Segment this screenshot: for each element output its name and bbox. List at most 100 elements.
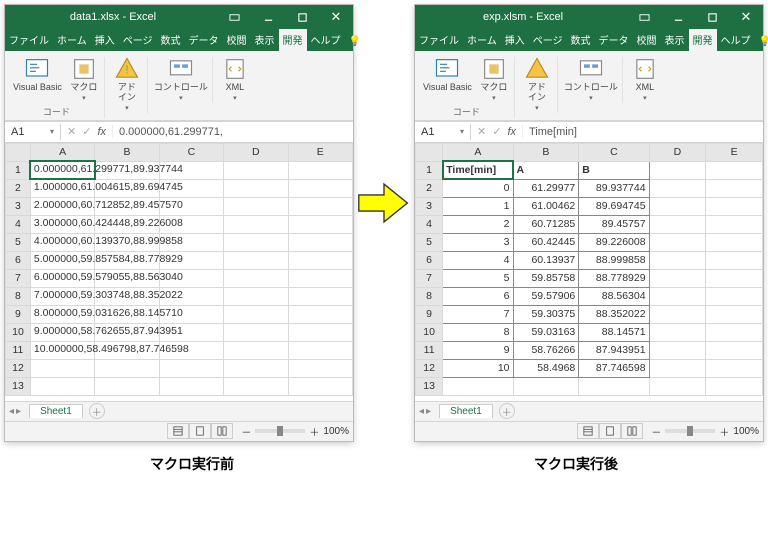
cell[interactable]: A [513,161,579,179]
cell[interactable] [579,377,649,395]
cell[interactable]: 2.000000,60.712852,89.457570 [30,197,94,215]
cell[interactable] [159,161,223,179]
xml-button[interactable]: XML▾ [629,57,661,103]
row-header[interactable]: 4 [6,215,31,233]
page-break-view-button[interactable] [211,423,233,439]
cell[interactable] [95,197,159,215]
row-header[interactable]: 2 [6,179,31,197]
cell[interactable]: 88.778929 [579,269,649,287]
maximize-button[interactable] [695,5,729,29]
cell[interactable]: 7 [443,305,513,323]
cell[interactable] [443,377,513,395]
row-header[interactable]: 1 [416,161,443,179]
row-header[interactable]: 6 [6,251,31,269]
cell[interactable]: 3.000000,60.424448,89.226008 [30,215,94,233]
cell[interactable] [224,179,288,197]
cell[interactable]: 4 [443,251,513,269]
cell[interactable]: 89.694745 [579,197,649,215]
ribbon-tab-2[interactable]: 挿入 [501,29,529,51]
col-header[interactable]: D [224,143,288,161]
normal-view-button[interactable] [167,423,189,439]
fx-icon[interactable]: fx [97,126,106,138]
cell[interactable] [706,323,763,341]
cell[interactable] [224,251,288,269]
cell[interactable]: 8.000000,59.031626,88.145710 [30,305,94,323]
maximize-button[interactable] [285,5,319,29]
enter-icon[interactable]: ✓ [82,125,91,138]
cell[interactable]: 1 [443,197,513,215]
col-header[interactable]: D [649,143,706,161]
ribbon-tab-10[interactable]: 💡 操作 [345,29,388,51]
cell[interactable]: 6 [443,287,513,305]
cell[interactable] [649,341,706,359]
cell[interactable] [95,323,159,341]
cell[interactable] [706,341,763,359]
cell[interactable] [159,269,223,287]
control-button[interactable]: コントロール▾ [154,57,208,103]
row-header[interactable]: 5 [416,233,443,251]
cell[interactable]: 10.000000,58.496798,87.746598 [30,341,94,359]
cell[interactable] [288,233,352,251]
addin-button[interactable]: ! アド イン▾ [111,57,143,113]
cell[interactable] [706,179,763,197]
cell[interactable] [706,305,763,323]
cell[interactable] [288,377,352,395]
cell[interactable]: 89.45757 [579,215,649,233]
cell[interactable]: 60.13937 [513,251,579,269]
row-header[interactable]: 3 [6,197,31,215]
cell[interactable] [706,251,763,269]
cell[interactable]: 88.999858 [579,251,649,269]
fx-icon[interactable]: fx [507,126,516,138]
control-button[interactable]: コントロール▾ [564,57,618,103]
cell[interactable] [224,359,288,377]
spreadsheet-grid[interactable]: ABCDE 1Time[min]AB2061.2997789.937744316… [415,143,763,396]
cell[interactable] [95,269,159,287]
ribbon-tab-6[interactable]: 校閲 [223,29,251,51]
spreadsheet-grid[interactable]: ABCDE 10.000000,61.299771,89.93774421.00… [5,143,353,396]
cell[interactable] [649,323,706,341]
cell[interactable]: 9.000000,58.762655,87.943951 [30,323,94,341]
cell[interactable] [649,251,706,269]
cell[interactable] [224,377,288,395]
cell[interactable]: 1.000000,61.004615,89.694745 [30,179,94,197]
row-header[interactable]: 12 [6,359,31,377]
cell[interactable] [159,305,223,323]
row-header[interactable]: 7 [6,269,31,287]
zoom-out-button[interactable]: － [241,424,251,439]
cell[interactable] [288,287,352,305]
ribbon-tab-10[interactable]: 💡 操作 [755,29,768,51]
cell[interactable] [95,359,159,377]
ribbon-tab-9[interactable]: ヘルプ [717,29,755,51]
minimize-button[interactable] [661,5,695,29]
cell[interactable] [30,359,94,377]
cell[interactable] [649,377,706,395]
cell[interactable] [706,197,763,215]
cell[interactable] [159,179,223,197]
ribbon-tab-0[interactable]: ファイル [5,29,53,51]
cell[interactable] [649,305,706,323]
cell[interactable] [288,305,352,323]
cell[interactable] [224,305,288,323]
cell[interactable] [224,269,288,287]
zoom-level[interactable]: 100% [323,426,349,437]
visual-basic-button[interactable]: Visual Basic [13,57,62,103]
cell[interactable]: 10 [443,359,513,377]
cell[interactable]: 0 [443,179,513,197]
cell[interactable] [288,323,352,341]
zoom-out-button[interactable]: － [651,424,661,439]
col-header[interactable]: E [288,143,352,161]
cell[interactable]: Time[min] [443,161,513,179]
ribbon-tab-4[interactable]: 数式 [157,29,185,51]
ribbon-tab-5[interactable]: データ [185,29,223,51]
cell[interactable] [649,215,706,233]
cell[interactable]: 59.57906 [513,287,579,305]
cell[interactable] [95,341,159,359]
cell[interactable]: 88.14571 [579,323,649,341]
cell[interactable] [224,341,288,359]
tab-nav-next-icon[interactable]: ▸ [426,406,431,417]
cell[interactable] [159,323,223,341]
cell[interactable]: 87.746598 [579,359,649,377]
cell[interactable]: 58.76266 [513,341,579,359]
cell[interactable] [224,197,288,215]
cell[interactable] [95,233,159,251]
